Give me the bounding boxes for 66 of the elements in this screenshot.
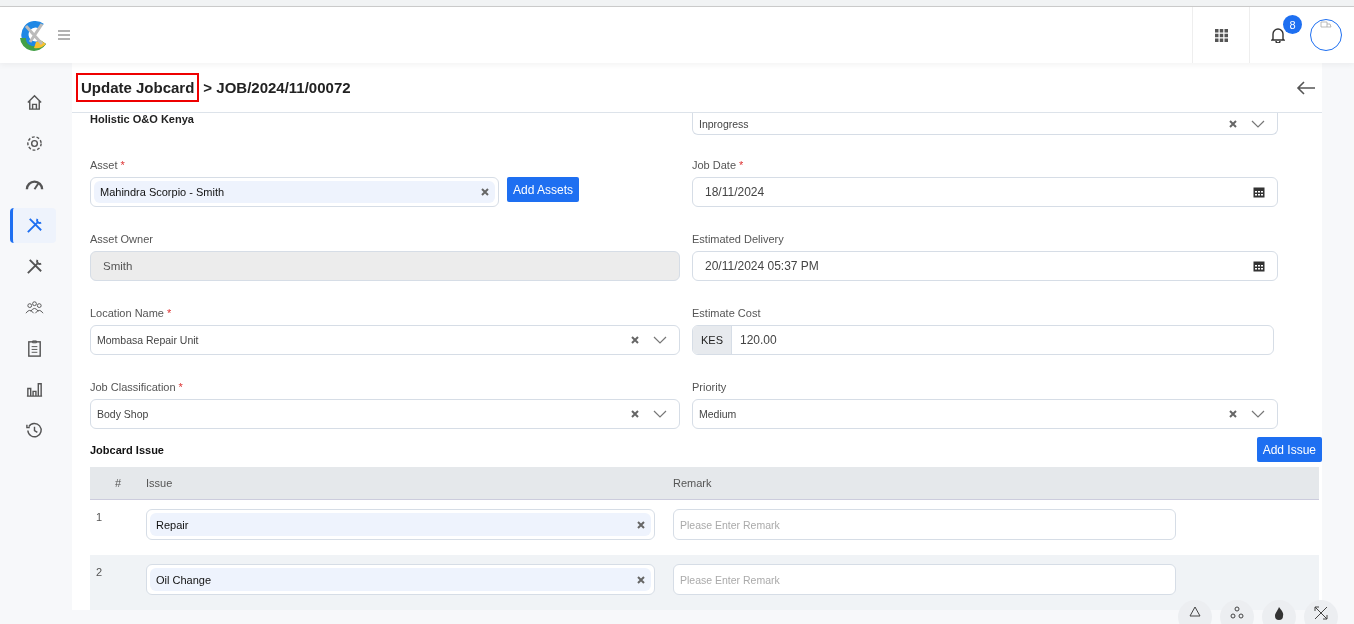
back-arrow-icon[interactable] [1296, 80, 1316, 95]
clear-icon[interactable] [631, 336, 639, 344]
add-assets-button[interactable]: Add Assets [507, 177, 580, 202]
column-header: Issue [146, 477, 174, 489]
calendar-icon[interactable] [1253, 260, 1265, 272]
floating-button[interactable] [1304, 600, 1338, 624]
apps-grid-icon[interactable] [1214, 28, 1228, 42]
field-label: Asset Owner [90, 233, 153, 245]
field-label: Asset [90, 159, 118, 171]
chevron-down-icon[interactable] [1251, 410, 1265, 418]
date-field[interactable]: 18/11/2024 [692, 177, 1278, 207]
remark-field[interactable]: Please Enter Remark [673, 564, 1176, 595]
select-field[interactable]: Repair [146, 509, 655, 540]
clear-icon[interactable] [1229, 410, 1237, 418]
sidebar-item[interactable] [10, 208, 56, 243]
breadcrumb: > JOB/2024/11/00072 [203, 79, 351, 96]
field-label: Job Date [692, 159, 737, 171]
truck-icon [1320, 20, 1332, 30]
select-field[interactable]: Mahindra Scorpio - Smith [90, 177, 499, 207]
input-field[interactable]: Smith [90, 251, 680, 281]
clear-icon[interactable] [637, 575, 645, 584]
clear-icon[interactable] [631, 410, 639, 418]
bar-chart-icon [25, 380, 44, 399]
clipboard-icon [25, 339, 44, 358]
tools-icon [25, 257, 44, 276]
clear-icon[interactable] [1229, 119, 1237, 128]
remark-field[interactable]: Please Enter Remark [673, 509, 1176, 540]
tools-icon [25, 216, 44, 235]
field-label: Estimate Cost [692, 307, 761, 319]
select-field[interactable]: Inprogress [692, 113, 1278, 135]
home-icon [25, 93, 44, 112]
field-label: Priority [692, 381, 727, 393]
required-mark: * [739, 159, 744, 171]
clear-icon[interactable] [637, 520, 645, 529]
add-issue-button[interactable]: Add Issue [1256, 437, 1322, 462]
select-field[interactable]: Oil Change [146, 564, 655, 595]
bell-icon[interactable] [1271, 27, 1285, 43]
field-label: Job Classification [90, 381, 176, 393]
field-label: Location Name [90, 307, 164, 319]
date-field[interactable]: 20/11/2024 05:37 PM [692, 251, 1278, 281]
select-field[interactable]: Mombasa Repair Unit [90, 325, 680, 355]
input-field[interactable]: KES 120.00 [692, 325, 1274, 355]
settings-icon [25, 134, 44, 153]
page-title: Update Jobcard [76, 73, 200, 102]
chevron-down-icon[interactable] [1251, 119, 1265, 128]
chevron-down-icon[interactable] [653, 410, 667, 418]
network-icon [1230, 606, 1244, 620]
required-mark: * [178, 381, 183, 393]
required-mark: * [167, 307, 172, 319]
column-header: Remark [673, 477, 713, 489]
history-icon [25, 421, 44, 440]
select-field[interactable]: Medium [692, 399, 1278, 429]
calendar-icon[interactable] [1253, 186, 1265, 198]
people-icon [25, 298, 44, 317]
row-number: 1 [95, 510, 104, 523]
required-mark: * [120, 159, 125, 171]
customer-name: Holistic O&O Kenya [90, 113, 194, 125]
select-field[interactable]: Body Shop [90, 399, 680, 429]
column-header: # [113, 477, 123, 489]
chevron-down-icon[interactable] [653, 336, 667, 344]
field-label: Estimated Delivery [692, 233, 784, 245]
section-title: Jobcard Issue [90, 443, 164, 456]
expand-icon [1314, 606, 1328, 620]
clear-icon[interactable] [481, 188, 489, 196]
notification-badge: 8 [1283, 15, 1302, 34]
row-number: 2 [95, 565, 104, 578]
